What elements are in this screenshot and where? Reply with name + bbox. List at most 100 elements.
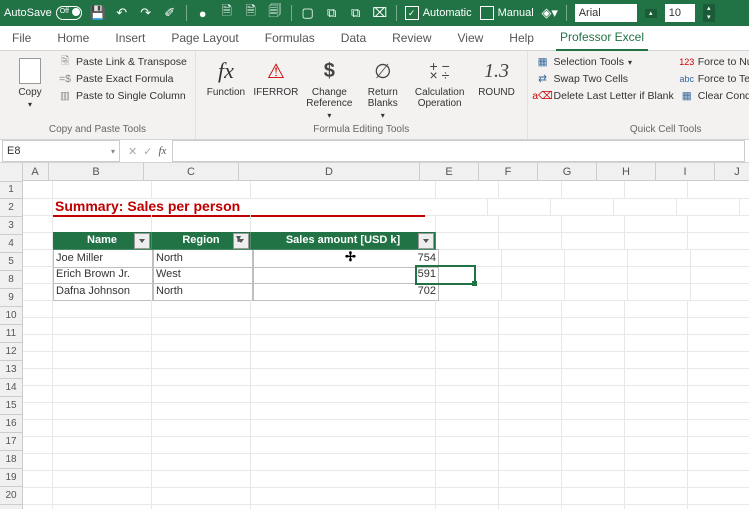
cell-H14[interactable] <box>625 368 688 386</box>
cell-B15[interactable] <box>53 385 152 403</box>
cell-A1[interactable] <box>22 181 53 199</box>
cell-E11[interactable] <box>436 317 499 335</box>
cell-F16[interactable] <box>499 402 562 420</box>
cell-D14[interactable] <box>251 368 436 386</box>
cell-I16[interactable] <box>688 402 749 420</box>
size-spin-down[interactable]: ▾ <box>703 13 715 22</box>
cell-E12[interactable] <box>436 334 499 352</box>
col-header-A[interactable]: A <box>22 163 49 181</box>
cell-C8[interactable]: West <box>153 266 253 284</box>
cell-D3[interactable] <box>251 215 436 233</box>
cell-A12[interactable] <box>22 334 53 352</box>
cell-A21[interactable] <box>22 487 53 505</box>
cell-E17[interactable] <box>436 419 499 437</box>
cell-F17[interactable] <box>499 419 562 437</box>
undo-icon[interactable]: ↶ <box>114 5 130 21</box>
cell-B9[interactable]: Dafna Johnson <box>53 283 153 301</box>
col-header-I[interactable]: I <box>656 163 715 181</box>
cell-C17[interactable] <box>152 419 251 437</box>
tab-insert[interactable]: Insert <box>111 27 149 50</box>
cell-H10[interactable] <box>625 300 688 318</box>
col-header-J[interactable]: J <box>715 163 749 181</box>
cell-C15[interactable] <box>152 385 251 403</box>
cell-F13[interactable] <box>499 351 562 369</box>
cell-C12[interactable] <box>152 334 251 352</box>
cell-B19[interactable] <box>53 453 152 471</box>
cell-G5[interactable] <box>565 249 628 267</box>
cell-G12[interactable] <box>562 334 625 352</box>
cell-G9[interactable] <box>565 283 628 301</box>
circle-icon[interactable]: ● <box>195 5 211 21</box>
cell-I21[interactable] <box>688 487 749 505</box>
cell-B10[interactable] <box>53 300 152 318</box>
tab-data[interactable]: Data <box>337 27 370 50</box>
cell-F14[interactable] <box>499 368 562 386</box>
filter-button-B[interactable] <box>134 233 150 249</box>
cell-F11[interactable] <box>499 317 562 335</box>
cell-A11[interactable] <box>22 317 53 335</box>
col-header-C[interactable]: C <box>144 163 239 181</box>
cell-F1[interactable] <box>499 181 562 199</box>
cell-A9[interactable] <box>22 283 53 301</box>
return-blanks-button[interactable]: ∅Return Blanks▾ <box>361 55 405 122</box>
cell-D12[interactable] <box>251 334 436 352</box>
fx-icon[interactable]: fx <box>158 145 166 157</box>
cell-I11[interactable] <box>688 317 749 335</box>
cell-D10[interactable] <box>251 300 436 318</box>
cell-H3[interactable] <box>625 215 688 233</box>
delete-last-letter[interactable]: a⌫Delete Last Letter if Blank <box>536 89 674 103</box>
cell-D19[interactable] <box>251 453 436 471</box>
cell-G1[interactable] <box>562 181 625 199</box>
cell-G17[interactable] <box>562 419 625 437</box>
doc1-icon[interactable]: 🗎 <box>219 5 235 21</box>
cell-F9[interactable] <box>502 283 565 301</box>
copy-button[interactable]: Copy ▾ <box>8 55 52 111</box>
cell-A19[interactable] <box>22 453 53 471</box>
cell-D11[interactable] <box>251 317 436 335</box>
tab-page-layout[interactable]: Page Layout <box>167 27 242 50</box>
name-box[interactable]: E8▾ <box>2 140 120 162</box>
cell-C3[interactable] <box>152 215 251 233</box>
box1-icon[interactable]: ▢ <box>300 5 316 21</box>
tab-view[interactable]: View <box>454 27 488 50</box>
col-header-B[interactable]: B <box>49 163 144 181</box>
size-spin-up[interactable]: ▴ <box>703 4 715 13</box>
cell-C22[interactable] <box>152 504 251 509</box>
cell-D18[interactable] <box>251 436 436 454</box>
cell-G21[interactable] <box>562 487 625 505</box>
row-header-11[interactable]: 11 <box>0 325 23 343</box>
cell-A2[interactable] <box>22 198 53 216</box>
cell-G4[interactable] <box>562 232 625 250</box>
font-name-select[interactable] <box>575 4 637 22</box>
cell-G11[interactable] <box>562 317 625 335</box>
cell-F22[interactable] <box>499 504 562 509</box>
cell-G3[interactable] <box>562 215 625 233</box>
cell-H8[interactable] <box>628 266 691 284</box>
col-header-D[interactable]: D <box>239 163 420 181</box>
round-button[interactable]: 1.3ROUND <box>475 55 519 100</box>
row-header-17[interactable]: 17 <box>0 433 23 451</box>
cell-I14[interactable] <box>688 368 749 386</box>
tab-help[interactable]: Help <box>505 27 538 50</box>
cell-H15[interactable] <box>625 385 688 403</box>
cell-B14[interactable] <box>53 368 152 386</box>
filter-button-C[interactable] <box>233 233 249 249</box>
cell-B22[interactable] <box>53 504 152 509</box>
paste-single-column[interactable]: ▥Paste to Single Column <box>58 89 187 103</box>
col-header-F[interactable]: F <box>479 163 538 181</box>
cell-D17[interactable] <box>251 419 436 437</box>
cell-B13[interactable] <box>53 351 152 369</box>
box4-icon[interactable]: ⌧ <box>372 5 388 21</box>
col-header-G[interactable]: G <box>538 163 597 181</box>
cell-F15[interactable] <box>499 385 562 403</box>
row-header-13[interactable]: 13 <box>0 361 23 379</box>
cell-C16[interactable] <box>152 402 251 420</box>
cell-B11[interactable] <box>53 317 152 335</box>
cell-C19[interactable] <box>152 453 251 471</box>
row-header-12[interactable]: 12 <box>0 343 23 361</box>
cell-C21[interactable] <box>152 487 251 505</box>
cell-G19[interactable] <box>562 453 625 471</box>
cell-H11[interactable] <box>625 317 688 335</box>
cell-H2[interactable] <box>614 198 677 216</box>
cell-E13[interactable] <box>436 351 499 369</box>
